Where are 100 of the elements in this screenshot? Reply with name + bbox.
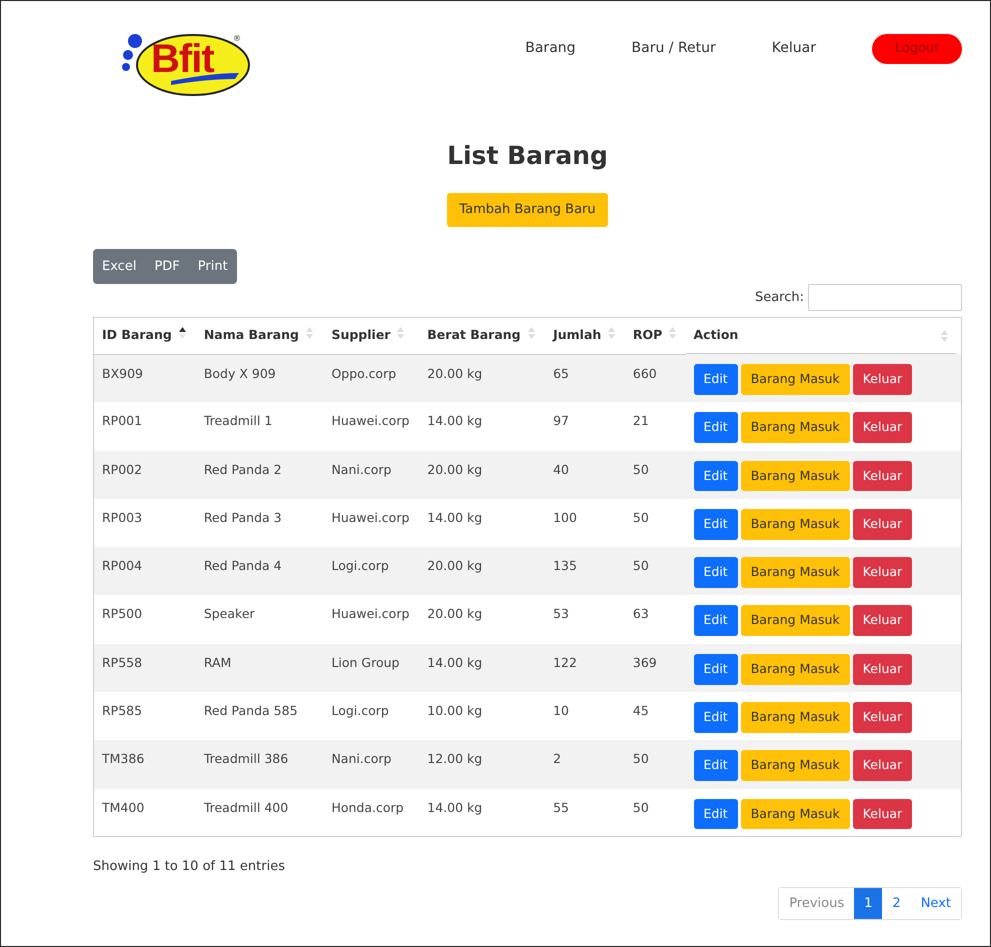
table-cell: RP001: [94, 402, 196, 451]
table-cell: RP003: [94, 498, 196, 548]
nav-link[interactable]: Barang: [525, 38, 576, 60]
page-button[interactable]: 1: [854, 888, 882, 920]
table-cell: Huawei.corp: [323, 595, 420, 644]
outgoing-button[interactable]: Keluar: [852, 798, 912, 830]
table-cell: Honda.corp: [323, 788, 420, 837]
edit-button[interactable]: Edit: [694, 605, 738, 636]
column-header[interactable]: ROP: [632, 327, 662, 342]
table-cell: BX909: [94, 354, 196, 402]
table-cell: Red Panda 2: [196, 450, 324, 499]
nav-link[interactable]: Keluar: [772, 38, 816, 60]
incoming-button[interactable]: Barang Masuk: [740, 798, 850, 830]
table-cell: 122: [545, 644, 625, 692]
table-cell: RP002: [94, 450, 196, 499]
logo-text: Bfit: [151, 37, 214, 82]
table-cell: 369: [624, 644, 686, 692]
outgoing-button[interactable]: Keluar: [852, 654, 912, 685]
column-header[interactable]: Jumlah: [553, 327, 602, 342]
outgoing-button[interactable]: Keluar: [852, 364, 912, 395]
incoming-button[interactable]: Barang Masuk: [740, 412, 850, 444]
edit-button[interactable]: Edit: [694, 508, 738, 540]
edit-button[interactable]: Edit: [694, 798, 738, 830]
registered-mark: ®: [233, 33, 241, 45]
outgoing-button[interactable]: Keluar: [852, 605, 912, 636]
incoming-button[interactable]: Barang Masuk: [740, 508, 850, 540]
column-header[interactable]: Supplier: [331, 327, 390, 342]
table-cell: Lion Group: [323, 644, 420, 692]
incoming-button[interactable]: Barang Masuk: [740, 605, 850, 636]
table-cell: RAM: [196, 644, 324, 692]
table-cell: 20.00 kg: [419, 450, 546, 499]
incoming-button[interactable]: Barang Masuk: [740, 750, 850, 782]
outgoing-button[interactable]: Keluar: [852, 557, 912, 588]
column-header[interactable]: ID Barang: [102, 327, 172, 342]
export-button[interactable]: Excel: [93, 248, 146, 284]
table-cell: 14.00 kg: [419, 788, 546, 837]
table-cell: Speaker: [196, 595, 324, 644]
edit-button[interactable]: Edit: [694, 557, 738, 588]
table-cell: 100: [545, 498, 625, 548]
table-cell: Logi.corp: [323, 547, 420, 596]
table-cell-text: Treadmill 1: [202, 412, 274, 430]
edit-button[interactable]: Edit: [694, 364, 738, 395]
table-cell: 50: [624, 547, 686, 596]
incoming-button[interactable]: Barang Masuk: [740, 654, 850, 685]
table-cell: TM386: [94, 740, 196, 789]
table-cell: Red Panda 3: [196, 498, 324, 548]
incoming-button[interactable]: Barang Masuk: [740, 364, 850, 395]
outgoing-button[interactable]: Keluar: [852, 702, 912, 733]
table-cell: 55: [545, 788, 625, 837]
table-cell: 63: [624, 595, 686, 644]
table-cell: Nani.corp: [323, 450, 420, 499]
outgoing-button[interactable]: Keluar: [852, 508, 912, 540]
column-header[interactable]: Nama Barang: [204, 327, 299, 342]
table-cell: Red Panda 4: [196, 547, 324, 596]
edit-button[interactable]: Edit: [694, 412, 738, 444]
column-header[interactable]: Action: [694, 326, 738, 345]
nav-link[interactable]: Baru / Retur: [632, 38, 716, 60]
table-cell: 40: [545, 450, 625, 499]
table-cell-text: 97: [552, 412, 570, 430]
table-cell: 50: [624, 450, 686, 499]
edit-button[interactable]: Edit: [694, 654, 738, 685]
add-item-button[interactable]: Tambah Barang Baru: [447, 193, 608, 226]
table-cell: Body X 909: [196, 354, 324, 402]
edit-button[interactable]: Edit: [694, 750, 738, 782]
table-cell-text: 21: [632, 412, 650, 430]
page-title: List Barang: [446, 141, 609, 171]
table-cell: 45: [624, 692, 686, 740]
table-cell-text: 14.00 kg: [426, 412, 484, 430]
edit-button[interactable]: Edit: [694, 702, 738, 733]
table-cell: 50: [624, 788, 686, 837]
incoming-button[interactable]: Barang Masuk: [740, 460, 850, 492]
table-cell: TM400: [94, 788, 196, 837]
table-cell: Nani.corp: [323, 740, 420, 789]
incoming-button[interactable]: Barang Masuk: [740, 702, 850, 733]
table-cell: 135: [545, 547, 625, 596]
table-cell: 12.00 kg: [419, 740, 546, 789]
table-cell: 53: [545, 595, 625, 644]
table-cell: Red Panda 585: [196, 692, 324, 740]
table-cell: Treadmill 386: [196, 740, 324, 789]
outgoing-button[interactable]: Keluar: [852, 460, 912, 492]
export-button[interactable]: PDF: [145, 248, 189, 284]
table-cell: 10.00 kg: [419, 692, 546, 740]
outgoing-button[interactable]: Keluar: [852, 412, 912, 444]
search-field[interactable]: [808, 284, 962, 311]
table-cell: RP500: [94, 595, 196, 644]
table-cell: RP558: [94, 644, 196, 692]
table-cell: 50: [624, 498, 686, 548]
table-cell: 10: [545, 692, 625, 740]
table-cell: Treadmill 400: [196, 788, 324, 837]
table-cell: 65: [545, 354, 625, 402]
table-cell: Huawei.corp: [323, 498, 420, 548]
table-cell-text: Huawei.corp: [330, 412, 410, 430]
edit-button[interactable]: Edit: [694, 460, 738, 492]
outgoing-button[interactable]: Keluar: [852, 750, 912, 782]
incoming-button[interactable]: Barang Masuk: [740, 557, 850, 588]
search-label: Search:: [754, 288, 804, 307]
export-button[interactable]: Print: [188, 248, 237, 284]
table-cell: Oppo.corp: [323, 354, 420, 402]
column-header[interactable]: Berat Barang: [427, 327, 521, 342]
table-cell: 20.00 kg: [419, 595, 546, 644]
